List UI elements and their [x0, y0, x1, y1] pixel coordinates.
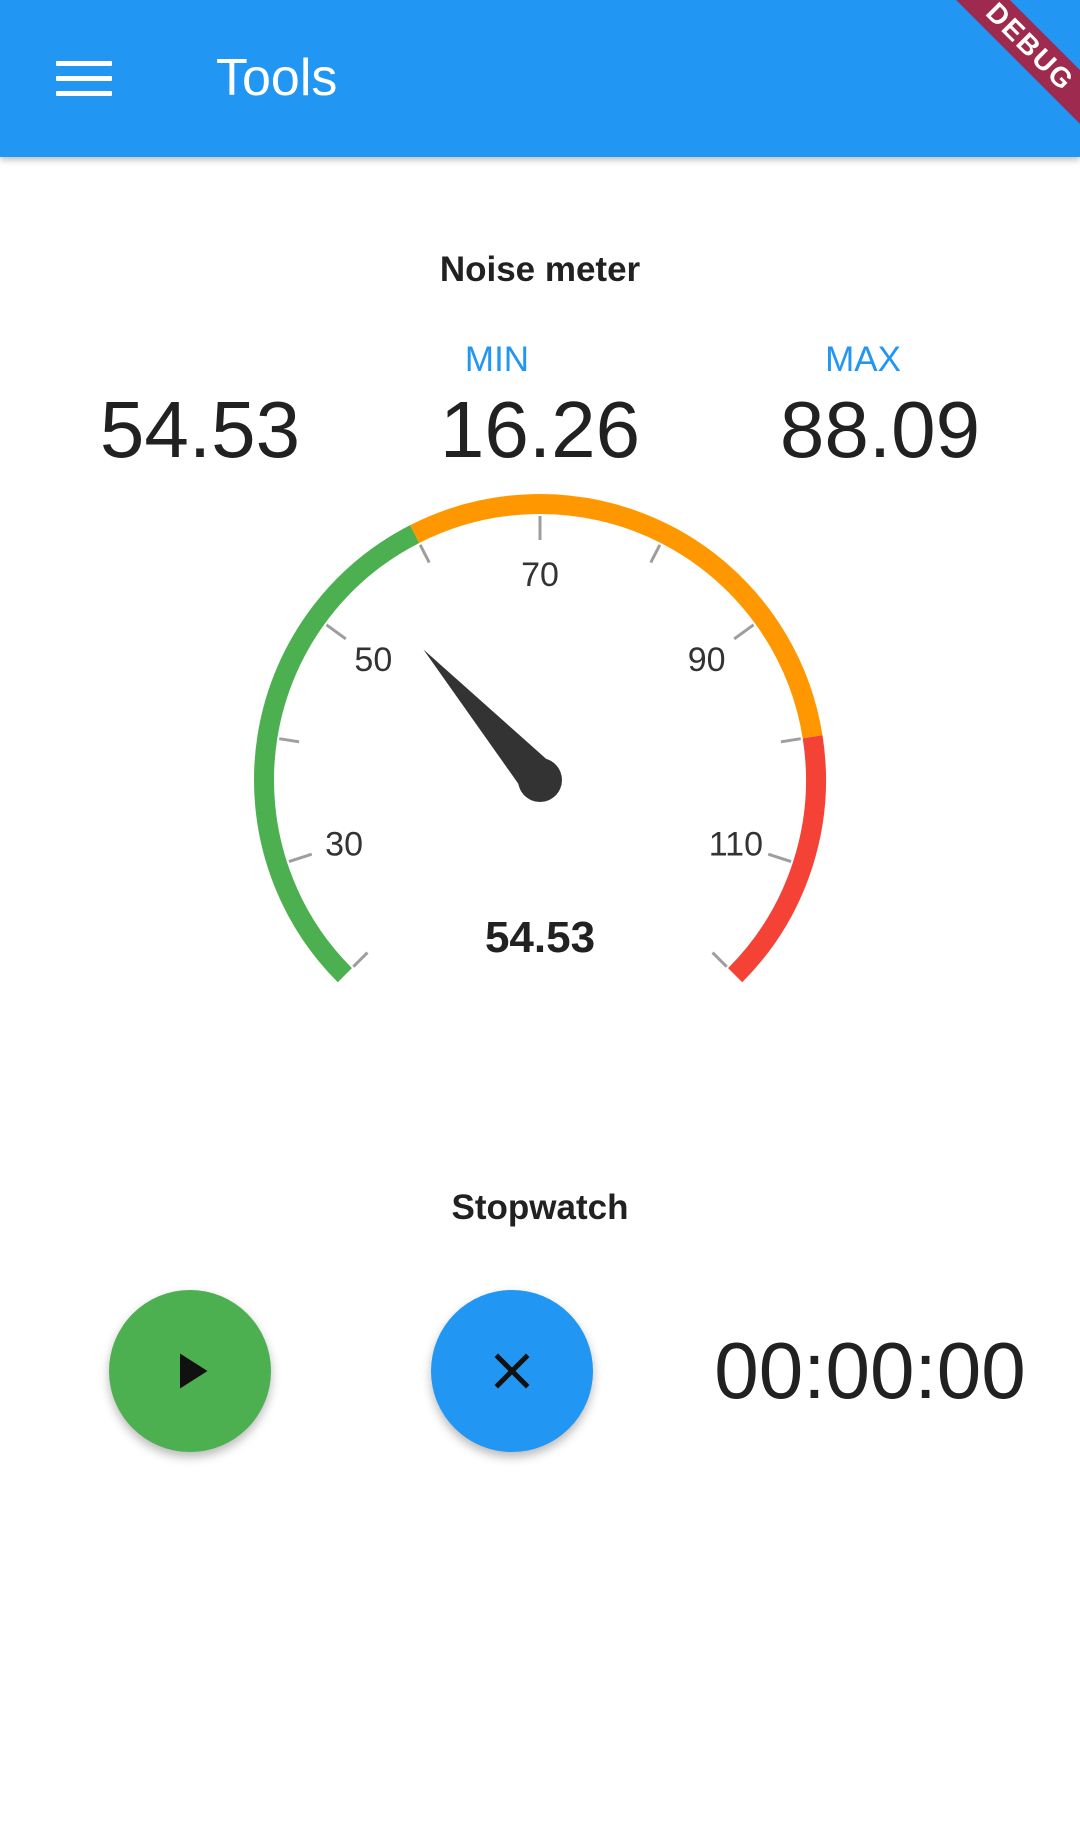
gauge-tick [780, 737, 801, 744]
reset-button[interactable] [431, 1290, 593, 1452]
max-value: 88.09 [779, 385, 981, 474]
gauge-tick [711, 951, 728, 968]
gauge-tick [288, 852, 313, 864]
gauge-tick [352, 951, 369, 968]
page-title: Tools [216, 49, 338, 107]
play-button[interactable] [109, 1290, 271, 1452]
stopwatch-title: Stopwatch [451, 1188, 629, 1227]
menu-button[interactable] [42, 40, 126, 116]
min-label: MIN [464, 340, 530, 379]
gauge-needle-knob [518, 758, 562, 802]
gauge-value-label: 54.53 [485, 913, 595, 962]
gauge-tick-label: 50 [354, 641, 392, 679]
gauge-tick [325, 623, 347, 641]
gauge-tick-label: 70 [521, 556, 559, 594]
stopwatch-time: 00:00:00 [714, 1326, 1026, 1415]
noise-gauge: 30 50 70 90 110 54.53 [254, 494, 826, 983]
app-bar: Tools [0, 0, 1080, 157]
play-icon [180, 1353, 208, 1389]
max-label: MAX [825, 340, 901, 379]
current-noise-value: 54.53 [99, 385, 301, 474]
gauge-tick [649, 544, 662, 564]
gauge-tick-label: 30 [325, 826, 363, 864]
gauge-tick [279, 737, 300, 744]
gauge-range-0 [254, 525, 420, 983]
gauge-tick [767, 852, 792, 864]
gauge-tick-label: 90 [688, 641, 726, 679]
gauge-tick [733, 623, 755, 641]
gauge-tick [418, 544, 431, 564]
hamburger-menu-icon [56, 60, 112, 66]
gauge-tick-label: 110 [709, 826, 763, 864]
gauge-tick-labels: 30 50 70 90 110 [325, 556, 763, 864]
close-icon [494, 1353, 530, 1389]
noise-meter-title: Noise meter [439, 250, 641, 289]
min-value: 16.26 [439, 385, 641, 474]
